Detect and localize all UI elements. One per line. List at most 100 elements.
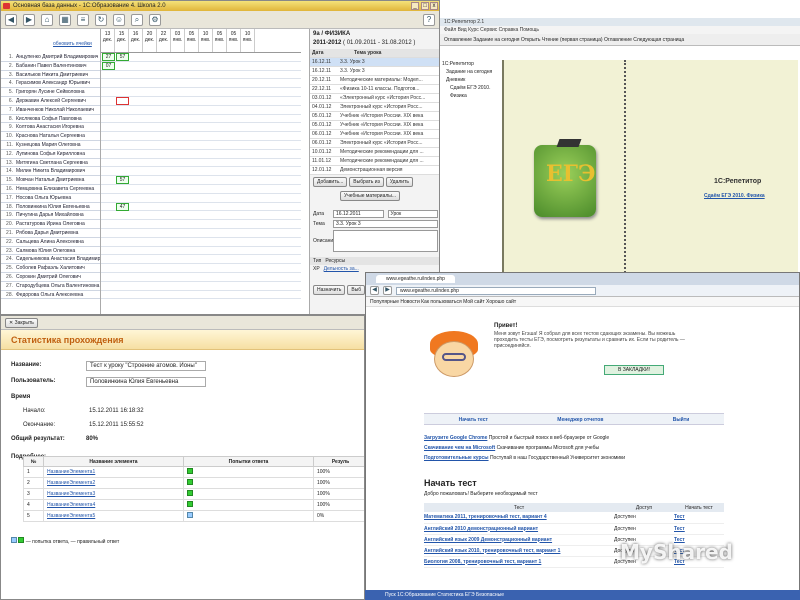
date-col[interactable]: 15 дек. [115, 29, 129, 52]
student-row[interactable]: 23. Салмова Юлия Олеговна [1, 247, 100, 256]
date-col[interactable]: 20 дек. [143, 29, 157, 52]
lesson-row[interactable]: 20.12.11 Методические материалы: Модел... [310, 76, 439, 85]
tree-item[interactable]: 1С:Репетитор [442, 60, 502, 68]
student-row[interactable]: 8. Кислякова Софья Павловна [1, 115, 100, 124]
grade-cell[interactable]: 07 [102, 61, 115, 70]
tutor-menu[interactable]: Файл Вид Курс Сервис Справка Помощь [440, 26, 800, 34]
nav-exit[interactable]: Выйти [673, 414, 689, 424]
date-col[interactable]: 10 янв. [199, 29, 213, 52]
student-row[interactable]: 18. Половинкина Юлия Евгеньевна [1, 203, 100, 212]
add-button[interactable]: Добавить... [313, 177, 348, 187]
student-row[interactable]: 16. Немцовина Елизавета Сергеевна [1, 185, 100, 194]
date-col[interactable]: 16 дек. [129, 29, 143, 52]
date-col[interactable]: 10 янв. [241, 29, 255, 52]
grade-cell[interactable]: 27 [102, 53, 115, 61]
student-row[interactable]: 6. Державин Алексей Сергеевич [1, 97, 100, 106]
refresh-icon[interactable]: ↻ [95, 13, 107, 26]
student-row[interactable]: 9. Колтова Анастасия Игоревна [1, 123, 100, 133]
tutor-toolbar[interactable]: Оглавление Задание на сегодня Открыть Чт… [440, 34, 800, 46]
grade-cell[interactable]: 57 [116, 53, 129, 61]
forward-icon[interactable]: ▶ [23, 13, 35, 26]
date-col[interactable]: 13 дек. [101, 29, 115, 52]
student-row[interactable]: 2. Бабанин Павел Валентинович [1, 62, 100, 71]
test-link[interactable]: Английский 2010 демонстрационный вариант [424, 526, 538, 532]
desc-field[interactable] [333, 230, 438, 252]
test-link[interactable]: Биология 2008, тренировочный тест, вариа… [424, 559, 541, 565]
ad-link[interactable]: Подготовительные курсы [424, 455, 489, 461]
student-row[interactable]: 20. Растатурова Ирина Олеговна [1, 220, 100, 229]
date-col[interactable]: 03 янв. [171, 29, 185, 52]
ad-link[interactable]: Загрузите Google Chrome [424, 435, 487, 441]
lesson-row[interactable]: 06.01.12 Учебник «История России. XIX век… [310, 130, 439, 139]
type-select[interactable]: Урок [387, 210, 438, 218]
topic-field[interactable]: 3.3. Урок 3 [333, 220, 438, 228]
test-go[interactable]: Тест [674, 514, 685, 520]
grid-icon[interactable]: ▦ [59, 13, 71, 26]
student-row[interactable]: 22. Сальцева Алина Алексеевна [1, 238, 100, 247]
student-row[interactable]: 27. Стародубцева Ольга Валентиновна [1, 282, 100, 291]
user-icon[interactable]: ☺ [113, 13, 125, 26]
settings-icon[interactable]: ⚙ [149, 13, 161, 26]
grade-cell[interactable]: 57 [116, 176, 129, 185]
student-row[interactable]: 11. Кузнецова Мария Олеговна [1, 141, 100, 150]
lesson-row[interactable]: 16.12.11 3.3. Урок 3 [310, 58, 439, 67]
selected-cell[interactable] [116, 96, 129, 105]
student-row[interactable]: 17. Носова Ольга Юрьевна [1, 194, 100, 203]
minimize-icon[interactable]: _ [411, 2, 419, 10]
help-icon[interactable]: ? [423, 13, 435, 26]
close-icon[interactable]: x [430, 2, 438, 10]
student-row[interactable]: 25. Соболев Рафаэль Халитович [1, 264, 100, 273]
assign-button[interactable]: Назначить [313, 285, 346, 295]
forward-icon[interactable]: ▶ [383, 286, 392, 295]
element-link[interactable]: НазваниеЭлемента1 [47, 469, 95, 475]
tree-item[interactable]: Сдаём ЕГЭ 2010. Физика [442, 84, 502, 100]
taskbar[interactable]: Пуск 1С:Образование Статистика ЕГЭ Безоп… [365, 590, 800, 600]
student-row[interactable]: 7. Иванченков Николай Николаевич [1, 106, 100, 115]
home-icon[interactable]: ⌂ [41, 13, 53, 26]
list-icon[interactable]: ≡ [77, 13, 89, 26]
lesson-row[interactable]: 04.01.12 Электронный курс «История Росс..… [310, 103, 439, 112]
element-link[interactable]: НазваниеЭлемента5 [47, 513, 95, 519]
student-row[interactable]: 28. Федорова Ольга Алексеевна [1, 291, 100, 300]
tree-item[interactable]: Задание на сегодня [442, 68, 502, 76]
student-row[interactable]: 21. Рябова Дарья Дмитриевна [1, 229, 100, 238]
element-link[interactable]: НазваниеЭлемента2 [47, 480, 95, 486]
tree-item[interactable]: Дневник [442, 76, 502, 84]
student-row[interactable]: 19. Пичугина Дарья Михайловна [1, 211, 100, 221]
course-link[interactable]: Сдаём ЕГЭ 2010. Физика [704, 193, 765, 199]
date-col[interactable]: 05 янв. [227, 29, 241, 52]
back-icon[interactable]: ◀ [370, 286, 379, 295]
lesson-row[interactable]: 16.12.11 3.3. Урок 3 [310, 67, 439, 76]
url-field[interactable]: www.egeathe.ru/index.php [396, 286, 596, 295]
student-row[interactable]: 13. Митягина Светлана Сергеевна [1, 159, 100, 168]
student-row[interactable]: 15. Мовчан Наталья Дмитриевна [1, 176, 100, 185]
element-link[interactable]: НазваниеЭлемента4 [47, 502, 95, 508]
test-go[interactable]: Тест [674, 526, 685, 532]
grade-cell[interactable]: 47 [116, 202, 129, 211]
back-icon[interactable]: ◀ [5, 13, 17, 26]
date-col[interactable]: 05 янв. [185, 29, 199, 52]
student-row[interactable]: 4. Герасимов Александр Юрьевич [1, 79, 100, 89]
element-link[interactable]: НазваниеЭлемента3 [47, 491, 95, 497]
test-link[interactable]: Английский язык 2009 Демонстрационный ва… [424, 537, 552, 543]
bookmarks-bar[interactable]: Популярные Новости Как пользоваться Мой … [366, 297, 799, 307]
bookmark-button[interactable]: В ЗАКЛАДКИ! [604, 365, 664, 375]
student-row[interactable]: 26. Сорокин Дмитрий Олегович [1, 273, 100, 282]
choose-button[interactable]: Выбрать из [349, 177, 384, 187]
lesson-row[interactable]: 06.01.12 Электронный курс «История Росс..… [310, 139, 439, 148]
student-row[interactable]: 14. Милин Никита Владимирович [1, 167, 100, 177]
student-row[interactable]: 10. Краснова Наталья Сергеевна [1, 132, 100, 141]
delete-button[interactable]: Удалить [385, 177, 413, 187]
maximize-icon[interactable]: □ [421, 2, 429, 10]
materials-button[interactable]: Учебные материалы... [340, 191, 401, 201]
browser-tab[interactable]: www.egeathe.ru/index.php [376, 275, 455, 283]
lesson-row[interactable]: 05.01.12 Учебник «История России. XIX век… [310, 112, 439, 121]
test-link[interactable]: Математика 2011, тренировочный тест, вар… [424, 514, 547, 520]
close-button[interactable]: ✕ Закрыть [5, 317, 38, 328]
lesson-row[interactable]: 11.01.12 Методические рекомендации для ..… [310, 157, 439, 166]
lesson-row[interactable]: 12.01.12 Демонстрационная версия [310, 166, 439, 175]
search-icon[interactable]: ⌕ [131, 13, 143, 26]
nav-start[interactable]: Начать тест [459, 414, 488, 424]
test-link[interactable]: Английский язык 2010, тренировочный тест… [424, 548, 560, 554]
update-link[interactable]: обновить ячейки [1, 29, 100, 53]
